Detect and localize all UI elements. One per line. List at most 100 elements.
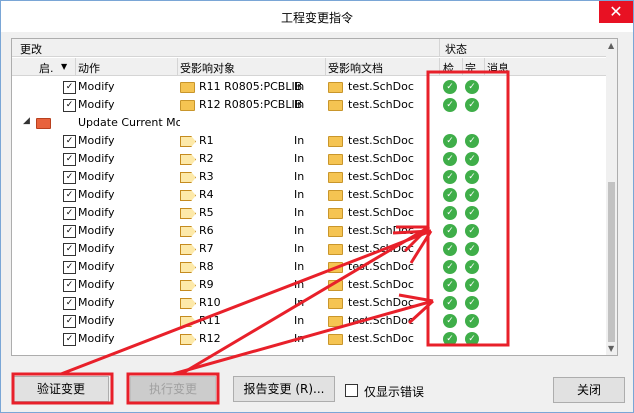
check-ok-icon: ✓ [443, 134, 457, 148]
row-in: In [294, 134, 305, 147]
validate-changes-button[interactable]: 验证变更 [13, 376, 109, 402]
row-affected-document: test.SchDoc [348, 296, 414, 309]
enable-checkbox[interactable]: ✓ [63, 279, 76, 292]
row-in: In [294, 278, 305, 291]
row-affected-document: test.SchDoc [348, 170, 414, 183]
document-icon [328, 280, 343, 291]
folder-icon [180, 100, 195, 111]
execute-changes-button[interactable]: 执行变更 [130, 376, 216, 402]
document-icon [328, 334, 343, 345]
grid-column-header: 启. ▼ 动作 受影响对象 受影响文档 检. 完. 消息 [12, 58, 607, 76]
document-icon [328, 298, 343, 309]
table-row[interactable]: ✓ Modify R12 R0805:PCBLIB In test.SchDoc ✓ ✓ [12, 96, 607, 114]
col-message[interactable]: 消息 [487, 60, 509, 76]
row-action: Modify [78, 134, 115, 147]
check-ok-icon: ✓ [443, 314, 457, 328]
changes-group-label: 更改 [20, 43, 42, 56]
check-ok-icon: ✓ [443, 188, 457, 202]
row-affected-document: test.SchDoc [348, 98, 414, 111]
scrollbar-thumb[interactable] [608, 182, 615, 342]
table-row[interactable]: ✓ Modify R11 In test.SchDoc ✓ ✓ [12, 312, 607, 330]
row-affected-object: R12 R0805:PCBLIB [199, 98, 303, 111]
dialog-title: 工程变更指令 [280, 11, 353, 25]
col-done[interactable]: 完. [465, 60, 480, 76]
table-row[interactable]: ✓ Modify R2 In test.SchDoc ✓ ✓ [12, 150, 607, 168]
table-row[interactable]: ✓ Modify R3 In test.SchDoc ✓ ✓ [12, 168, 607, 186]
table-row[interactable]: ✓ Modify R5 In test.SchDoc ✓ ✓ [12, 204, 607, 222]
enable-checkbox[interactable]: ✓ [63, 189, 76, 202]
row-in: In [294, 206, 305, 219]
row-affected-document: test.SchDoc [348, 188, 414, 201]
changes-grid: 更改 状态 启. ▼ 动作 受影响对象 受影响文档 检. 完. 消息 ✓ Modi… [11, 38, 618, 356]
row-affected-object: R1 [199, 134, 214, 147]
only-show-errors-checkbox[interactable] [345, 384, 358, 397]
report-changes-button[interactable]: 报告变更 (R)... [233, 376, 335, 402]
document-icon [328, 262, 343, 273]
row-affected-object: R5 [199, 206, 214, 219]
sort-desc-icon[interactable]: ▼ [61, 62, 67, 71]
group-row[interactable]: ◢ Update Current Mo [12, 114, 607, 132]
document-icon [328, 136, 343, 147]
done-ok-icon: ✓ [465, 296, 479, 310]
table-row[interactable]: ✓ Modify R8 In test.SchDoc ✓ ✓ [12, 258, 607, 276]
table-row[interactable]: ✓ Modify R11 R0805:PCBLIB In test.SchDoc ✓ ✓ [12, 78, 607, 96]
check-ok-icon: ✓ [443, 296, 457, 310]
table-row[interactable]: ✓ Modify R1 In test.SchDoc ✓ ✓ [12, 132, 607, 150]
check-ok-icon: ✓ [443, 278, 457, 292]
done-ok-icon: ✓ [465, 242, 479, 256]
row-in: In [294, 170, 305, 183]
row-in: In [294, 188, 305, 201]
component-icon [180, 190, 196, 201]
enable-checkbox[interactable]: ✓ [63, 315, 76, 328]
scroll-down-icon[interactable]: ▼ [608, 344, 614, 353]
row-affected-object: R12 [199, 332, 221, 345]
col-affected-object[interactable]: 受影响对象 [180, 60, 235, 76]
table-row[interactable]: ✓ Modify R10 In test.SchDoc ✓ ✓ [12, 294, 607, 312]
table-row[interactable]: ✓ Modify R6 In test.SchDoc ✓ ✓ [12, 222, 607, 240]
scroll-up-icon[interactable]: ▲ [608, 41, 614, 50]
component-icon [180, 226, 196, 237]
enable-checkbox[interactable]: ✓ [63, 243, 76, 256]
row-affected-document: test.SchDoc [348, 206, 414, 219]
enable-checkbox[interactable]: ✓ [63, 225, 76, 238]
row-affected-object: R10 [199, 296, 221, 309]
document-icon [328, 82, 343, 93]
enable-checkbox[interactable]: ✓ [63, 153, 76, 166]
enable-checkbox[interactable]: ✓ [63, 297, 76, 310]
row-affected-object: R9 [199, 278, 214, 291]
document-icon [328, 190, 343, 201]
row-affected-object: R11 R0805:PCBLIB [199, 80, 303, 93]
expand-arrow-icon[interactable]: ◢ [23, 116, 30, 126]
close-button[interactable]: 关闭 [553, 377, 625, 403]
done-ok-icon: ✓ [465, 170, 479, 184]
document-icon [328, 172, 343, 183]
row-in: In [294, 296, 305, 309]
row-in: In [294, 224, 305, 237]
done-ok-icon: ✓ [465, 260, 479, 274]
col-enable[interactable]: 启. [39, 60, 54, 76]
table-row[interactable]: ✓ Modify R4 In test.SchDoc ✓ ✓ [12, 186, 607, 204]
row-affected-document: test.SchDoc [348, 152, 414, 165]
table-row[interactable]: ✓ Modify R9 In test.SchDoc ✓ ✓ [12, 276, 607, 294]
component-icon [180, 208, 196, 219]
table-row[interactable]: ✓ Modify R7 In test.SchDoc ✓ ✓ [12, 240, 607, 258]
enable-checkbox[interactable]: ✓ [63, 207, 76, 220]
col-action[interactable]: 动作 [78, 60, 100, 76]
enable-checkbox[interactable]: ✓ [63, 333, 76, 346]
enable-checkbox[interactable]: ✓ [63, 81, 76, 94]
component-icon [180, 280, 196, 291]
enable-checkbox[interactable]: ✓ [63, 135, 76, 148]
folder-icon [36, 118, 51, 129]
document-icon [328, 244, 343, 255]
table-row[interactable]: ✓ Modify R12 In test.SchDoc ✓ ✓ [12, 330, 607, 348]
enable-checkbox[interactable]: ✓ [63, 261, 76, 274]
row-affected-document: test.SchDoc [348, 134, 414, 147]
window-close-button[interactable]: ✕ [599, 1, 633, 23]
row-affected-document: test.SchDoc [348, 260, 414, 273]
col-affected-document[interactable]: 受影响文档 [328, 60, 383, 76]
vertical-scrollbar[interactable]: ▲ ▼ [606, 39, 617, 355]
enable-checkbox[interactable]: ✓ [63, 99, 76, 112]
row-affected-document: test.SchDoc [348, 314, 414, 327]
col-check[interactable]: 检. [443, 60, 458, 76]
enable-checkbox[interactable]: ✓ [63, 171, 76, 184]
